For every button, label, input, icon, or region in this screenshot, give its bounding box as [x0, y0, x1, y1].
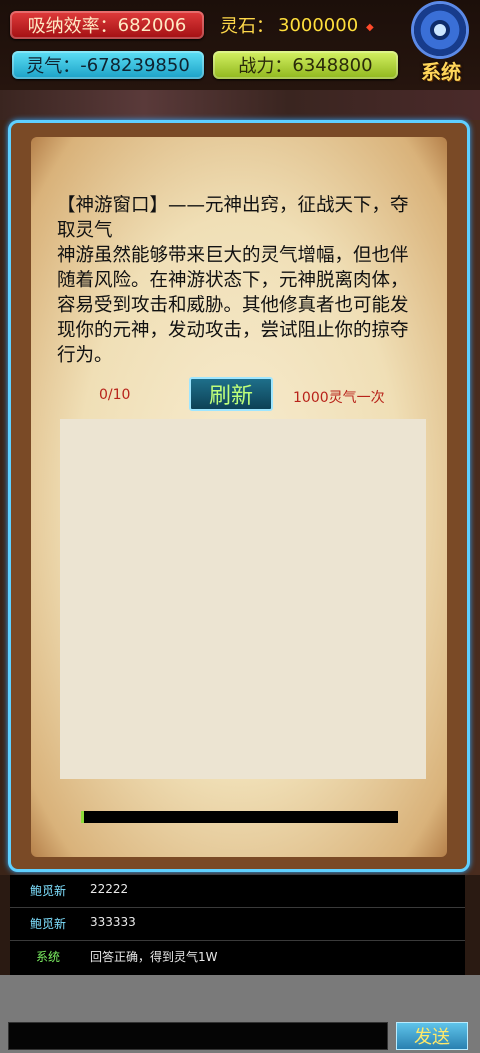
- background-scenery: [0, 90, 480, 120]
- target-list: [60, 419, 426, 779]
- chat-text: 回答正确，得到灵气1W: [90, 950, 218, 964]
- send-button[interactable]: 发送: [396, 1022, 468, 1050]
- gear-icon: [414, 4, 466, 56]
- combat-power-value: 6348800: [292, 54, 373, 76]
- system-button[interactable]: 系统: [410, 4, 472, 86]
- attempt-counter: 0/10: [99, 387, 131, 403]
- chat-message: 系统 回答正确，得到灵气1W: [10, 941, 465, 974]
- chat-sender[interactable]: 鲍觅新: [30, 882, 66, 899]
- notification-dot-icon: ◆: [366, 22, 374, 33]
- chat-input[interactable]: [8, 1022, 388, 1050]
- combat-power-badge: 战力： 6348800: [213, 51, 398, 79]
- refresh-button[interactable]: 刷新: [189, 377, 273, 411]
- spirit-stone-label: 灵石：: [220, 16, 274, 37]
- spirit-stone-display: 灵石： 3000000: [220, 10, 358, 40]
- spirit-energy-badge: 灵气： -678239850: [12, 51, 204, 79]
- chat-sender: 系统: [36, 950, 61, 964]
- spirit-energy-value: -678239850: [80, 54, 190, 76]
- status-bar: 吸纳效率： 682006 灵石： 3000000 ◆ 系统 灵气： -67823985…: [0, 0, 480, 90]
- absorb-rate-badge: 吸纳效率： 682006: [10, 11, 204, 39]
- spirit-stone-value: 3000000: [278, 14, 359, 36]
- panel-description: 【神游窗口】——元神出窍，征战天下，夺取灵气 神游虽然能够带来巨大的灵气增幅，但…: [57, 195, 409, 366]
- chat-sender[interactable]: 鲍觅新: [30, 915, 66, 932]
- system-button-label: 系统: [421, 60, 461, 84]
- chat-text: 333333: [90, 915, 136, 929]
- progress-bar: [81, 811, 398, 823]
- chat-message: 鲍觅新 333333: [10, 908, 465, 941]
- spirit-travel-panel: 【神游窗口】——元神出窍，征战天下，夺取灵气 神游虽然能够带来巨大的灵气增幅，但…: [8, 120, 470, 872]
- parchment-scroll: 【神游窗口】——元神出窍，征战天下，夺取灵气 神游虽然能够带来巨大的灵气增幅，但…: [31, 137, 447, 857]
- spirit-energy-label: 灵气：: [26, 56, 81, 77]
- chat-message: 鲍觅新 22222: [10, 875, 465, 908]
- chat-log: 鲍觅新 22222 鲍觅新 333333 系统 回答正确，得到灵气1W: [10, 875, 465, 975]
- chat-text: 22222: [90, 882, 129, 896]
- refresh-cost: 1000灵气一次: [293, 390, 385, 406]
- absorb-rate-value: 682006: [117, 14, 187, 36]
- combat-power-label: 战力：: [238, 56, 293, 77]
- absorb-rate-label: 吸纳效率：: [27, 16, 118, 37]
